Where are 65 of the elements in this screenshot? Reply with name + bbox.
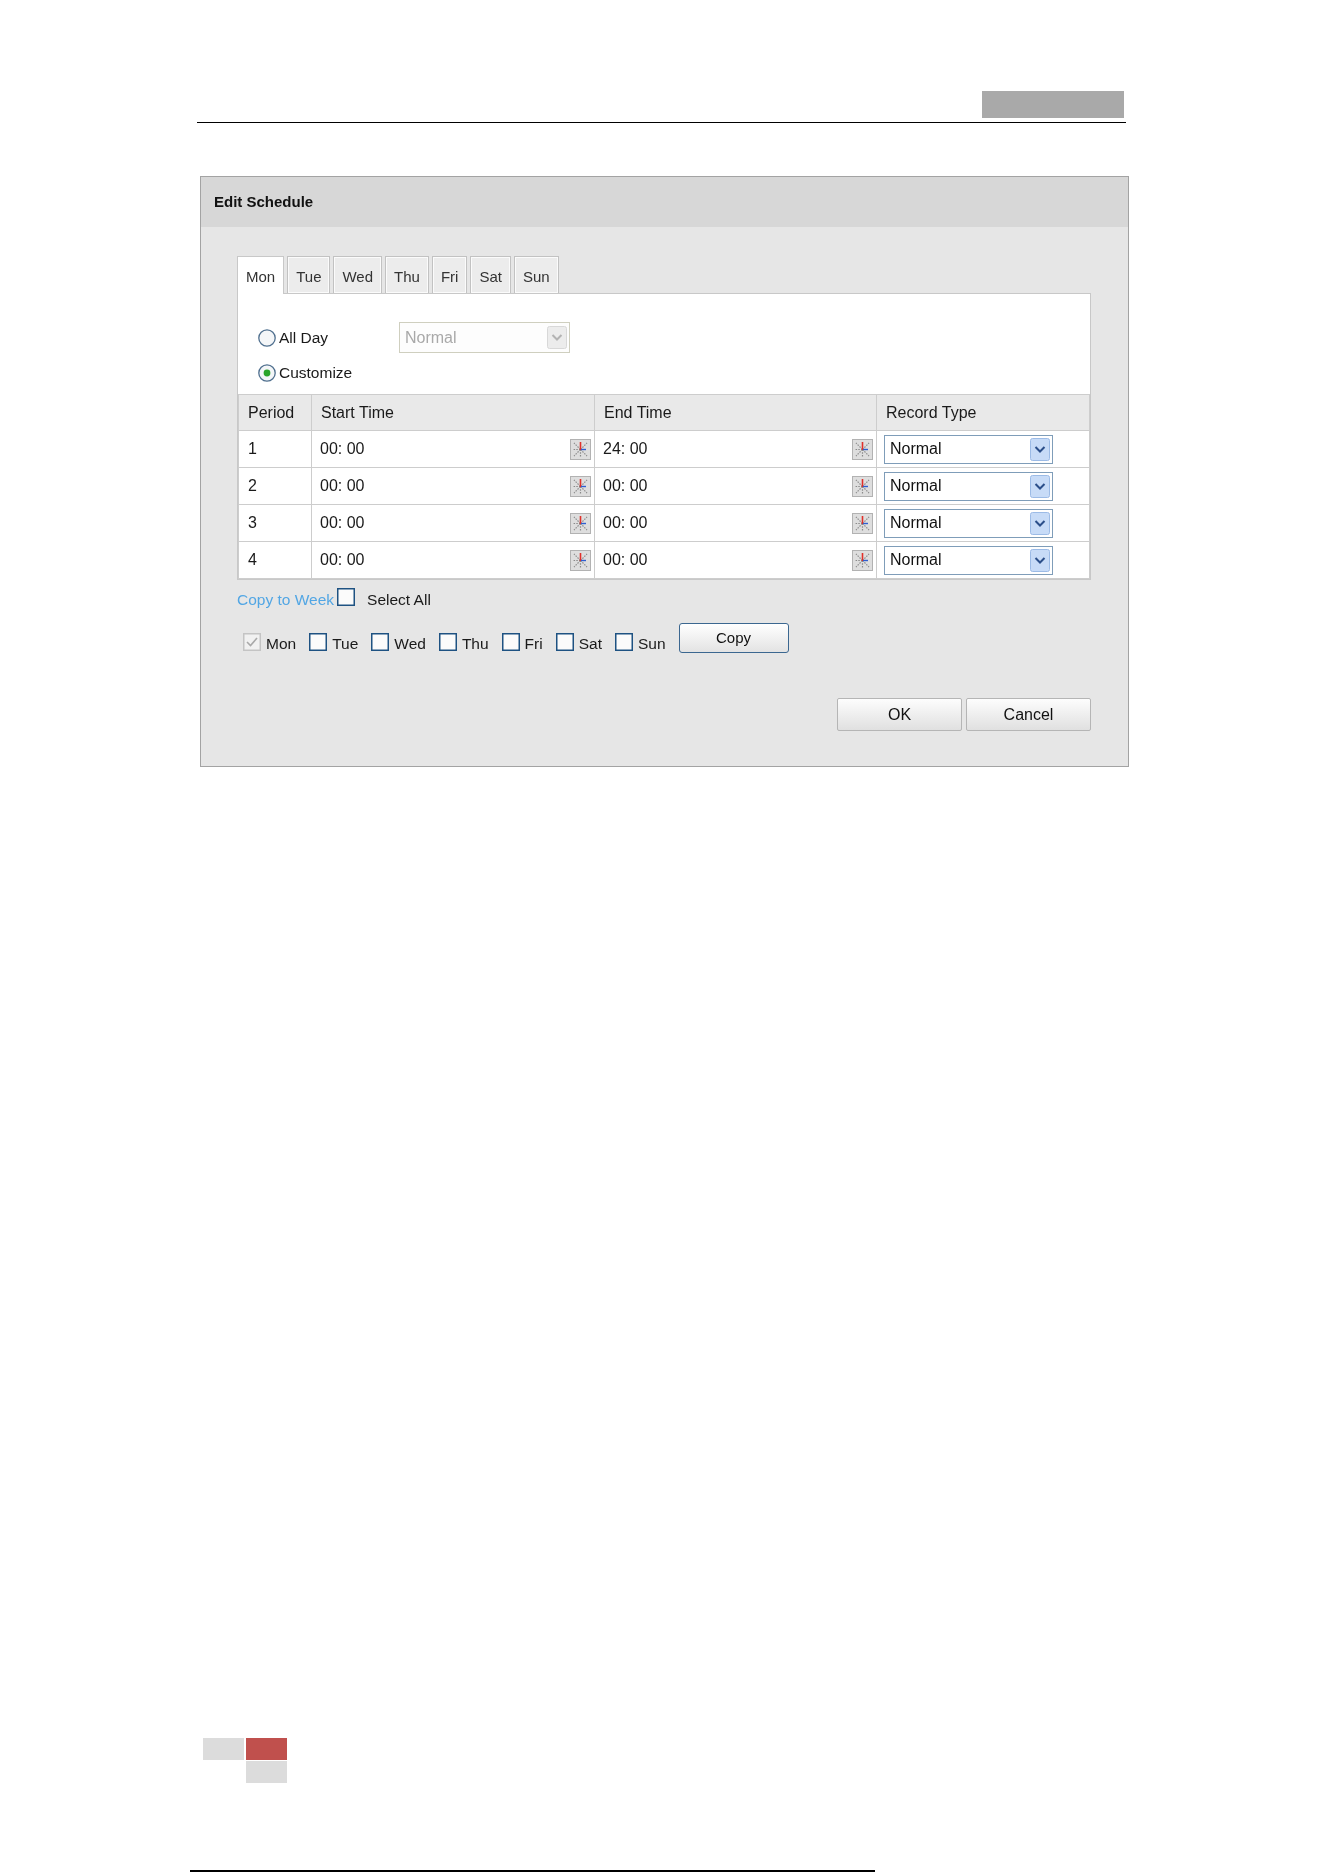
clock-icon[interactable] <box>852 512 873 534</box>
record-type-dropdown[interactable]: Normal <box>884 471 1053 501</box>
footer-tile <box>246 1738 287 1760</box>
copy-button[interactable]: Copy <box>678 623 789 653</box>
time-field[interactable]: 24: 00 <box>603 437 648 461</box>
chevron-down-icon <box>547 326 567 349</box>
column-header: Start Time <box>311 394 595 431</box>
column-header: Period <box>238 394 312 431</box>
day-tab[interactable]: Mon <box>237 256 285 294</box>
column-header: End Time <box>594 394 877 431</box>
checkbox-label[interactable]: Wed <box>394 632 426 656</box>
time-field[interactable]: 00: 00 <box>603 511 648 535</box>
radio-button[interactable] <box>258 364 276 382</box>
table-cell: 3 <box>238 504 312 542</box>
record-type-dropdown[interactable]: Normal <box>884 508 1053 538</box>
record-type-dropdown[interactable]: Normal <box>884 545 1053 575</box>
chevron-down-icon <box>1030 474 1050 498</box>
day-tab[interactable]: Fri <box>431 256 468 293</box>
checkbox[interactable] <box>337 588 356 606</box>
time-field[interactable]: 00: 00 <box>603 474 648 498</box>
dialog-title: Edit Schedule <box>214 191 314 212</box>
chevron-down-icon <box>1030 511 1050 535</box>
clock-icon[interactable] <box>852 438 873 460</box>
radio-label[interactable]: Customize <box>279 361 353 385</box>
radio-button[interactable] <box>258 328 276 347</box>
day-tab[interactable]: Thu <box>385 256 429 293</box>
day-tab[interactable]: Wed <box>333 256 383 293</box>
chevron-down-icon <box>1030 548 1050 572</box>
checkbox-label[interactable]: Sun <box>637 632 666 656</box>
footer-tile <box>203 1738 244 1760</box>
chevron-down-icon <box>1030 437 1050 461</box>
column-header: Record Type <box>876 394 1090 431</box>
time-field[interactable]: 00: 00 <box>320 511 365 535</box>
table-cell: 2 <box>238 467 312 505</box>
time-field[interactable]: 00: 00 <box>320 548 365 572</box>
day-tab[interactable]: Tue <box>287 256 331 293</box>
checkbox[interactable] <box>501 633 520 651</box>
checkbox[interactable] <box>614 633 633 651</box>
checkbox-label[interactable]: Sat <box>578 632 602 656</box>
checkbox-label[interactable]: Select All <box>367 588 431 612</box>
clock-icon[interactable] <box>852 475 873 497</box>
clock-icon[interactable] <box>570 438 591 460</box>
checkbox[interactable] <box>555 633 574 651</box>
ok-button[interactable]: OK <box>837 698 962 731</box>
clock-icon[interactable] <box>570 475 591 497</box>
radio-label[interactable]: All Day <box>279 325 329 350</box>
time-field[interactable]: 00: 00 <box>320 474 365 498</box>
time-field[interactable]: 00: 00 <box>603 548 648 572</box>
table-cell: 1 <box>238 430 312 468</box>
checkbox-label[interactable]: Tue <box>332 632 359 656</box>
day-tab[interactable]: Sat <box>470 256 511 293</box>
footer-tile <box>246 1761 287 1783</box>
checkbox-label[interactable]: Fri <box>524 632 543 656</box>
checkbox[interactable] <box>438 633 457 651</box>
day-tab[interactable]: Sun <box>513 256 559 293</box>
checkbox[interactable] <box>371 633 390 651</box>
table-cell: 4 <box>238 541 312 579</box>
clock-icon[interactable] <box>852 549 873 571</box>
time-field[interactable]: 00: 00 <box>320 437 365 461</box>
record-type-dropdown[interactable]: Normal <box>884 434 1053 464</box>
cancel-button[interactable]: Cancel <box>966 698 1091 731</box>
clock-icon[interactable] <box>570 549 591 571</box>
checkbox-label[interactable]: Thu <box>461 632 489 656</box>
clock-icon[interactable] <box>570 512 591 534</box>
checkbox[interactable] <box>309 633 328 651</box>
